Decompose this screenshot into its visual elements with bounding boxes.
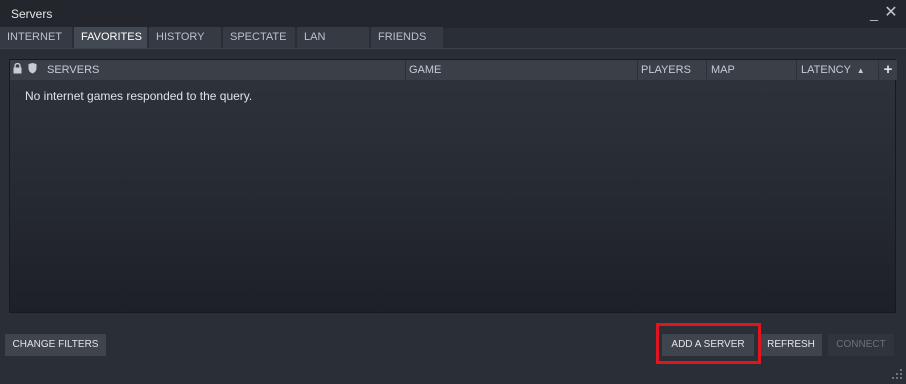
add-column-button[interactable]: + — [879, 60, 897, 80]
connect-button[interactable]: CONNECT — [828, 334, 894, 356]
server-list[interactable]: SERVERS GAME PLAYERS MAP LATENCY ▲ + No … — [9, 59, 897, 313]
window-title: Servers — [11, 7, 53, 21]
tab-bar: INTERNET FAVORITES HISTORY SPECTATE LAN … — [0, 27, 906, 48]
list-header: SERVERS GAME PLAYERS MAP LATENCY ▲ — [10, 60, 878, 80]
tab-history[interactable]: HISTORY — [149, 27, 221, 48]
column-game[interactable]: GAME — [409, 60, 441, 80]
minimize-button[interactable]: _ — [866, 4, 882, 22]
column-servers[interactable]: SERVERS — [47, 60, 99, 80]
resize-grip-icon[interactable] — [892, 369, 904, 381]
column-divider[interactable] — [796, 60, 797, 80]
empty-list-message: No internet games responded to the query… — [25, 89, 253, 103]
sort-ascending-icon: ▲ — [856, 66, 865, 75]
column-map[interactable]: MAP — [711, 60, 735, 80]
title-bar[interactable]: Servers _ ✕ — [0, 0, 906, 28]
tab-friends[interactable]: FRIENDS — [371, 27, 443, 48]
column-players[interactable]: PLAYERS — [641, 60, 691, 80]
tab-spectate[interactable]: SPECTATE — [223, 27, 295, 48]
column-divider[interactable] — [706, 60, 707, 80]
shield-icon[interactable] — [28, 61, 37, 81]
tab-divider — [0, 48, 906, 49]
servers-window: Servers _ ✕ INTERNET FAVORITES HISTORY S… — [0, 0, 906, 384]
column-divider[interactable] — [637, 60, 638, 80]
tab-internet[interactable]: INTERNET — [0, 27, 72, 48]
tab-lan[interactable]: LAN — [297, 27, 369, 48]
lock-icon[interactable] — [13, 61, 22, 81]
column-latency-label: LATENCY — [801, 64, 851, 76]
column-latency[interactable]: LATENCY ▲ — [801, 60, 865, 80]
highlight-box — [656, 323, 761, 364]
column-divider[interactable] — [405, 60, 406, 80]
refresh-button[interactable]: REFRESH — [760, 334, 822, 356]
close-button[interactable]: ✕ — [883, 4, 899, 22]
tab-favorites[interactable]: FAVORITES — [74, 27, 147, 48]
change-filters-button[interactable]: CHANGE FILTERS — [5, 334, 106, 356]
